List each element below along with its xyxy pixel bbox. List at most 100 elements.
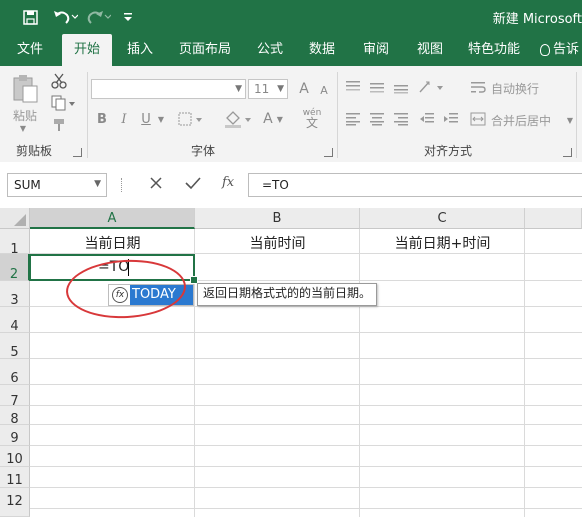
cell-b1[interactable]: 当前时间 [195,233,360,253]
clipboard-launcher-icon[interactable] [73,148,82,157]
tab-special-features[interactable]: 特色功能 [462,34,526,66]
worksheet-grid[interactable]: A B C 1 2 3 4 5 6 7 8 9 10 11 12 当前日期 当前… [0,208,582,517]
align-center-icon[interactable] [367,110,387,128]
font-group-label: 字体 [191,144,216,158]
merge-center-button[interactable]: 合并后居中 [491,112,551,129]
borders-icon[interactable] [177,110,203,128]
group-divider [576,72,577,158]
align-top-icon[interactable] [343,78,363,96]
bold-button[interactable]: B [95,110,109,128]
orientation-icon[interactable] [417,78,445,96]
paste-dropdown-icon[interactable]: ▼ [18,124,28,133]
gridline [30,424,582,425]
cell-a1[interactable]: 当前日期 [30,233,195,253]
redo-icon[interactable] [86,7,112,27]
separator [121,178,124,192]
clipboard-group-label: 剪贴板 [16,144,53,158]
column-header-d[interactable] [525,208,582,229]
tab-review[interactable]: 审阅 [356,34,396,66]
row-header-10[interactable]: 10 [0,446,30,467]
row-header-3[interactable]: 3 [0,281,30,308]
cell-c1[interactable]: 当前日期+时间 [360,233,525,253]
wrap-text-icon[interactable] [468,78,488,96]
alignment-launcher-icon[interactable] [563,148,572,157]
fill-color-icon[interactable] [223,110,253,128]
insert-function-icon[interactable]: fx [222,175,234,190]
gridline [30,332,582,333]
save-icon[interactable] [20,7,40,27]
alignment-group-label: 对齐方式 [424,144,473,158]
gridline [30,508,582,509]
font-color-icon[interactable]: A ▼ [258,110,288,128]
copy-icon[interactable] [49,94,77,112]
gridline [524,229,525,517]
row-header-6[interactable]: 6 [0,359,30,386]
align-left-icon[interactable] [343,110,363,128]
column-header-b[interactable]: B [195,208,360,229]
ribbon-home: 粘贴 ▼ 剪贴板 ▼ 11▼ A A B I U ▼ A▼ wén文 字体 [0,66,582,163]
row-header-12[interactable]: 12 [0,488,30,517]
tab-view[interactable]: 视图 [410,34,450,66]
row-header-11[interactable]: 11 [0,467,30,488]
cut-icon[interactable] [49,72,69,90]
italic-button[interactable]: I [117,110,131,128]
cancel-icon[interactable] [149,176,163,194]
gridline [30,358,582,359]
decrease-indent-icon[interactable] [417,110,437,128]
tab-tell-me[interactable]: 告诉 [540,34,582,66]
underline-button[interactable]: U [139,110,153,128]
tab-home[interactable]: 开始 [62,34,112,66]
row-header-8[interactable]: 8 [0,406,30,427]
tab-file[interactable]: 文件 [8,34,52,66]
chevron-down-icon: ▼ [276,114,283,124]
gridline [30,445,582,446]
phonetic-guide-icon[interactable]: wén 文 [298,104,326,132]
font-launcher-icon[interactable] [324,148,333,157]
formula-input[interactable]: =TO [248,173,582,197]
increase-indent-icon[interactable] [441,110,461,128]
tab-formulas[interactable]: 公式 [250,34,290,66]
shrink-font-icon[interactable]: A [317,82,331,98]
wrap-text-button[interactable]: 自动换行 [491,80,539,97]
function-tooltip: 返回日期格式式的的当前日期。 [197,283,378,306]
format-painter-icon[interactable] [49,116,69,134]
paste-label[interactable]: 粘贴 [13,107,37,124]
row-header-7[interactable]: 7 [0,385,30,409]
tab-data[interactable]: 数据 [302,34,342,66]
window-title: 新建 Microsoft [492,12,582,27]
merge-center-icon[interactable] [468,110,488,128]
paste-icon[interactable] [10,74,40,104]
chevron-down-icon: ▼ [277,84,284,94]
align-right-icon[interactable] [391,110,411,128]
lightbulb-icon [540,43,550,56]
enter-icon[interactable] [185,176,201,194]
select-all-corner[interactable] [0,208,30,229]
tab-insert[interactable]: 插入 [120,34,160,66]
chevron-down-icon: ▼ [235,84,242,94]
underline-dropdown-icon[interactable]: ▼ [156,112,166,126]
chevron-down-icon: ▼ [94,179,101,189]
undo-icon[interactable] [50,7,80,27]
formula-bar: SUM ▼ fx =TO [0,162,582,209]
name-box[interactable]: SUM ▼ [7,173,107,197]
title-bar: 新建 Microsoft [0,0,582,34]
gridline [30,384,582,385]
align-middle-icon[interactable] [367,78,387,96]
row-header-5[interactable]: 5 [0,333,30,360]
gridline [30,487,582,488]
row-header-9[interactable]: 9 [0,425,30,446]
font-name-select[interactable]: ▼ [91,79,246,99]
merge-dropdown-icon[interactable]: ▼ [565,114,575,126]
row-header-4[interactable]: 4 [0,307,30,334]
customize-quick-access-icon[interactable] [120,7,136,27]
column-header-a[interactable]: A [30,208,195,229]
ribbon-tabs: 文件 开始 插入 页面布局 公式 数据 审阅 视图 特色功能 告诉 [0,34,582,66]
align-bottom-icon[interactable] [391,78,411,96]
tab-page-layout[interactable]: 页面布局 [172,34,238,66]
column-header-c[interactable]: C [360,208,525,229]
font-size-select[interactable]: 11 ▼ [248,79,288,99]
grow-font-icon[interactable]: A [296,80,312,98]
row-header-1[interactable]: 1 [0,229,30,257]
gridline [30,405,582,406]
row-header-2[interactable]: 2 [0,254,30,282]
